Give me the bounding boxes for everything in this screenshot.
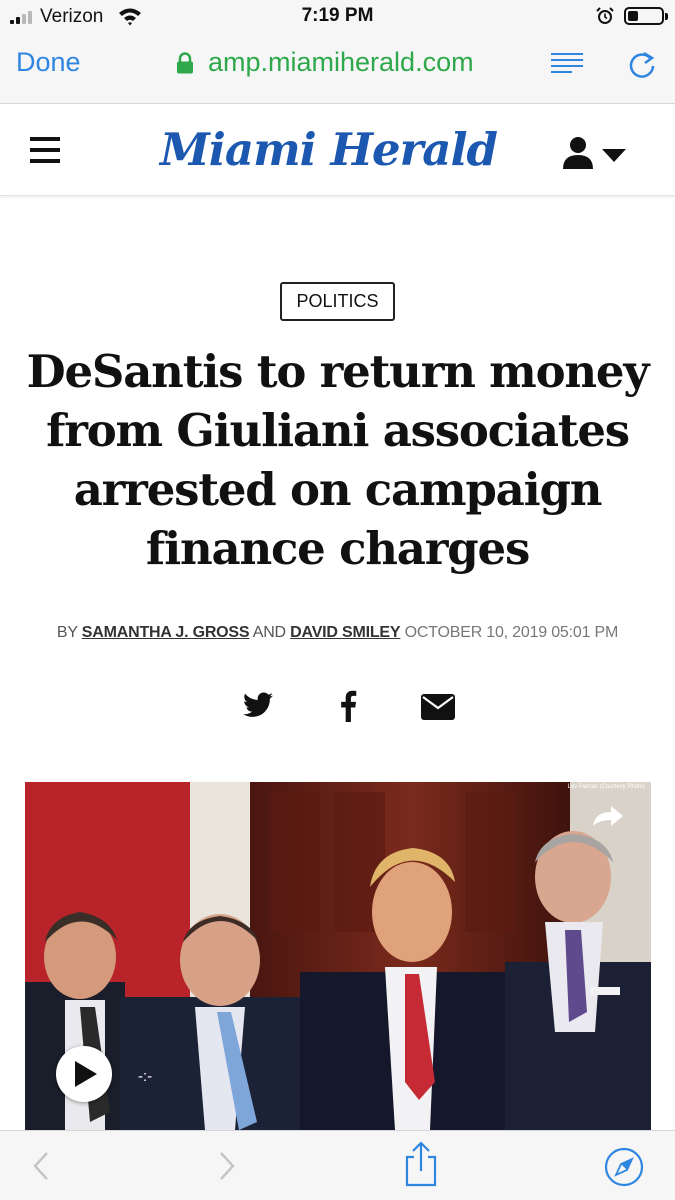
article-headline: DeSantis to return money from Giuliani a… (26, 345, 650, 575)
done-button[interactable]: Done (16, 47, 81, 78)
battery-level (628, 11, 638, 21)
lock-icon (176, 52, 194, 79)
category-tag[interactable]: POLITICS (280, 282, 395, 321)
article-video[interactable]: Lev Parnas (Courtesy Photo) -:- (25, 782, 651, 1130)
chevron-down-icon[interactable] (602, 149, 626, 168)
browser-toolbar (0, 1130, 675, 1200)
twitter-icon[interactable] (243, 692, 273, 723)
video-timecode: -:- (138, 1068, 153, 1085)
photo-credit: Lev Parnas (Courtesy Photo) (567, 784, 645, 790)
url-field[interactable]: amp.miamiherald.com (208, 47, 474, 78)
author-link-2[interactable]: DAVID SMILEY (290, 624, 400, 641)
reload-icon[interactable] (628, 49, 656, 84)
article-photo (25, 782, 651, 1130)
alarm-icon (596, 7, 614, 30)
byline-prefix: BY (56, 624, 78, 641)
status-time: 7:19 PM (301, 5, 374, 26)
byline-conjunction: AND (252, 624, 286, 641)
menu-icon[interactable] (30, 137, 60, 163)
compass-icon[interactable] (604, 1147, 644, 1192)
email-icon[interactable] (421, 694, 455, 725)
play-button[interactable] (56, 1046, 112, 1102)
forward-icon[interactable] (218, 1151, 236, 1186)
battery-icon (624, 7, 668, 25)
site-logo[interactable]: Miami Herald (160, 123, 498, 176)
publish-date: OCTOBER 10, 2019 05:01 PM (404, 624, 619, 641)
site-header: Miami Herald (0, 105, 675, 196)
reader-view-icon[interactable] (550, 52, 584, 79)
back-icon[interactable] (32, 1151, 50, 1186)
browser-address-bar: Done amp.miamiherald.com (0, 34, 675, 104)
play-icon (75, 1061, 97, 1087)
author-link-1[interactable]: SAMANTHA J. GROSS (82, 624, 250, 641)
article-byline: BY SAMANTHA J. GROSS AND DAVID SMILEY OC… (0, 624, 675, 642)
facebook-icon[interactable] (338, 690, 358, 727)
status-bar: Verizon 7:19 PM (0, 0, 675, 34)
share-icon[interactable] (404, 1141, 438, 1192)
share-arrow-icon[interactable] (591, 804, 625, 833)
account-icon[interactable] (562, 136, 594, 175)
